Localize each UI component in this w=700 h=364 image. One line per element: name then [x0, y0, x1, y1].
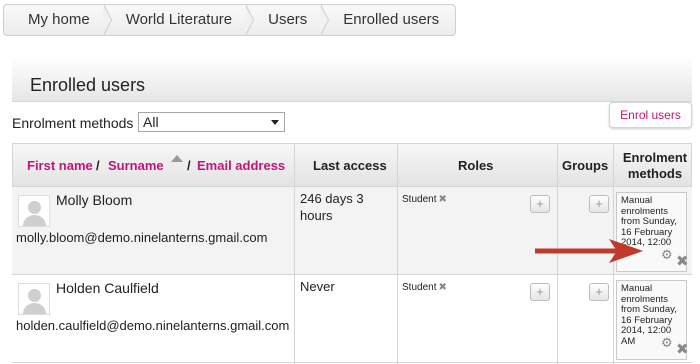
header-separator: / [187, 158, 191, 173]
remove-role-icon[interactable]: ✖ [438, 282, 446, 293]
breadcrumb-label: World Literature [125, 11, 233, 28]
gear-icon[interactable]: ⚙ [661, 248, 673, 261]
user-name-link[interactable]: Holden Caulfield [56, 280, 159, 296]
header-groups: Groups [562, 158, 609, 173]
table-row: Holden Caulfield holden.caulfield@demo.n… [12, 275, 692, 363]
breadcrumb-label: My home [28, 11, 90, 28]
method-text: from Sunday, [621, 304, 677, 315]
breadcrumb-world-literature[interactable]: World Literature [104, 4, 255, 36]
unenrol-icon[interactable]: ✖ [676, 254, 689, 269]
enrolment-methods-filter-label: Enrolment methods [12, 115, 134, 131]
user-email: holden.caulfield@demo.ninelanterns.gmail… [16, 318, 290, 333]
select-value: All [143, 114, 159, 130]
breadcrumb: My home World Literature Users Enrolled … [3, 4, 457, 36]
last-access: 246 days 3 hours [300, 191, 364, 223]
breadcrumb-users[interactable]: Users [246, 4, 330, 36]
avatar[interactable] [18, 195, 50, 227]
sort-surname[interactable]: Surname [108, 158, 164, 173]
method-text: Manual [621, 283, 653, 294]
page-title: Enrolled users [30, 75, 146, 95]
enrol-users-button[interactable]: Enrol users [609, 102, 692, 128]
assign-role-button[interactable]: + [530, 283, 550, 301]
sort-email[interactable]: Email address [197, 158, 285, 173]
gear-icon[interactable]: ⚙ [661, 336, 673, 349]
breadcrumb-label: Enrolled users [343, 11, 440, 28]
sort-first-name[interactable]: First name [27, 158, 93, 173]
header-roles: Roles [458, 158, 494, 173]
breadcrumb-enrolled-users: Enrolled users [321, 5, 455, 35]
method-text: 2014, 12:00 [621, 325, 672, 336]
breadcrumb-label: Users [268, 11, 308, 28]
unenrol-icon[interactable]: ✖ [676, 342, 689, 357]
method-text: Manual [621, 195, 653, 206]
user-name-link[interactable]: Molly Bloom [56, 192, 132, 208]
breadcrumb-my-home[interactable]: My home [4, 4, 112, 36]
role-badge: Student ✖ [402, 194, 447, 205]
enrolment-method: Manual enrolments from Sunday, 16 Februa… [616, 280, 689, 360]
sort-ascending-icon [171, 155, 183, 162]
annotation-arrow [535, 239, 643, 263]
column-divider [397, 143, 398, 364]
header-separator: / [96, 158, 100, 173]
table-header: First name / Surname / Email address Las… [12, 143, 692, 187]
role-badge: Student ✖ [402, 282, 447, 293]
remove-role-icon[interactable]: ✖ [438, 194, 446, 205]
add-group-button[interactable]: + [589, 283, 609, 301]
method-text: AM [621, 335, 636, 347]
header-last-access[interactable]: Last access [313, 158, 387, 173]
avatar[interactable] [18, 283, 50, 315]
add-group-button[interactable]: + [589, 195, 609, 213]
page-header: Enrolled users [12, 56, 692, 102]
enrolment-methods-select[interactable]: All [138, 112, 285, 132]
column-divider [294, 143, 295, 364]
assign-role-button[interactable]: + [530, 195, 550, 213]
chevron-down-icon [271, 120, 279, 125]
method-text: from Sunday, [621, 216, 677, 227]
last-access: Never [300, 279, 335, 294]
user-email: molly.bloom@demo.ninelanterns.gmail.com [16, 230, 268, 245]
header-enrolment-methods: Enrolment methods [622, 150, 688, 181]
